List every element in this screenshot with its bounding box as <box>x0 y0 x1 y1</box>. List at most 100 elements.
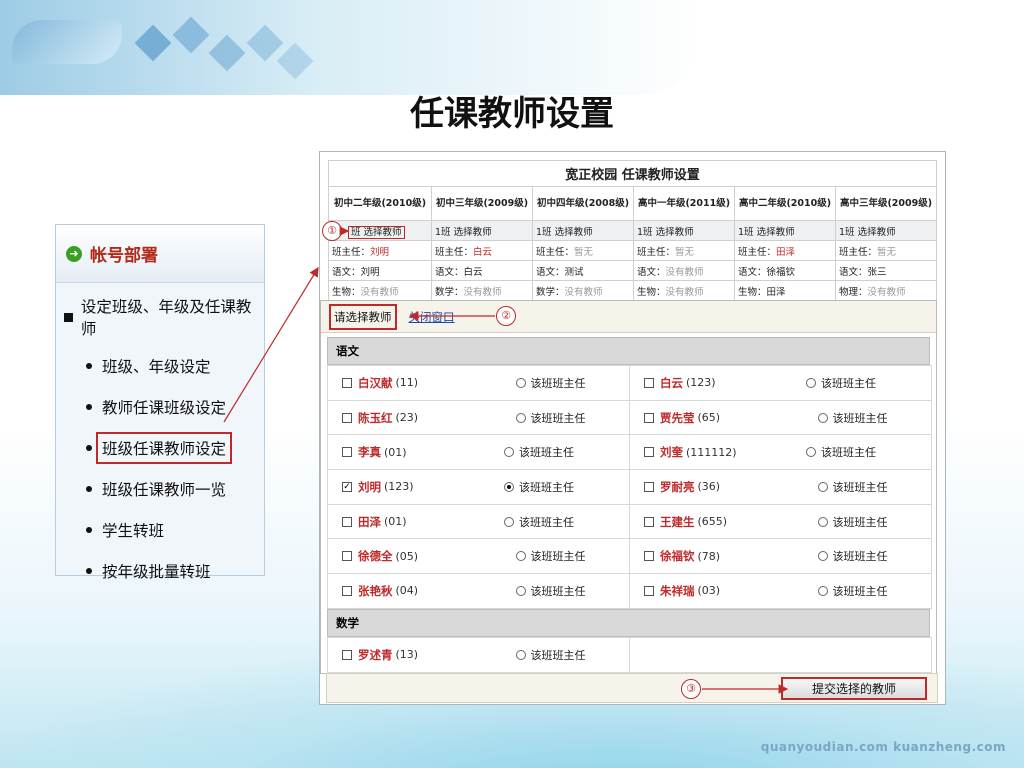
cell-label: 生物： <box>637 286 666 298</box>
menu-item-label: 班级任课教师一览 <box>102 480 227 499</box>
head-teacher-radio[interactable] <box>515 551 526 562</box>
head-teacher-radio[interactable] <box>515 377 526 388</box>
cell-value: 没有教师 <box>463 286 502 298</box>
head-teacher-radio[interactable] <box>806 447 816 458</box>
head-teacher-radio[interactable] <box>504 447 514 458</box>
table-row: 陈玉红 (23) 该班班主任 贾先莹 (65) 该班班主任 <box>327 399 932 436</box>
select-teacher-link[interactable]: 1班 选择教师 <box>734 220 836 241</box>
head-teacher-radio[interactable] <box>817 551 828 562</box>
grade-header: 高中一年级(2011级) <box>633 186 735 221</box>
select-teacher-link[interactable]: 班 选择教师 <box>328 220 432 241</box>
teacher-checkbox[interactable] <box>342 585 352 596</box>
teacher-checkbox[interactable] <box>644 481 654 492</box>
cell-label: 生物： <box>332 286 361 298</box>
head-teacher-radio[interactable] <box>515 412 526 423</box>
menu-item-class-teacher-setup[interactable]: 班级任课教师设定 <box>56 427 264 468</box>
bullet-icon <box>86 526 92 533</box>
menu-header[interactable]: ➜ 帐号部署 <box>56 225 264 283</box>
table-row: 田泽 (01) 该班班主任 王建生 (655) 该班班主任 <box>327 503 932 540</box>
subject-header: 数学 <box>327 608 930 637</box>
menu-section-title[interactable]: 设定班级、年级及任课教师 <box>56 283 264 339</box>
teacher-option: 白汉献 (11) 该班班主任 <box>327 365 630 401</box>
submit-selected-teachers-button[interactable]: 提交选择的教师 <box>781 677 927 700</box>
head-teacher-radio[interactable] <box>817 585 828 596</box>
teacher-cell: 语文：刘明 <box>328 260 432 281</box>
page-title: 任课教师设置 <box>410 94 614 134</box>
table-row: 张艳秋 (04) 该班班主任 朱祥瑞 (03) 该班班主任 <box>327 573 932 609</box>
teacher-name: 刘奎 <box>660 445 683 460</box>
bullet-icon <box>86 403 92 410</box>
teacher-name: 陈玉红 <box>358 410 393 425</box>
teacher-checkbox[interactable] <box>342 516 352 527</box>
teacher-checkbox[interactable] <box>644 377 654 388</box>
cell-label: 数学： <box>536 286 565 298</box>
head-teacher-radio[interactable] <box>515 649 526 660</box>
cell-value: 暂无 <box>675 246 695 258</box>
teacher-cell: 班主任：暂无 <box>633 240 735 261</box>
grade-header: 初中二年级(2010级) <box>328 186 432 221</box>
cell-label: 语文： <box>332 266 361 278</box>
teacher-checkbox[interactable] <box>342 412 352 423</box>
menu-item-batch-transfer[interactable]: 按年级批量转班 <box>56 550 264 591</box>
menu-item-student-transfer[interactable]: 学生转班 <box>56 509 264 550</box>
teacher-cell: 语文：张三 <box>835 260 937 281</box>
cell-label: 语文： <box>435 266 464 278</box>
head-teacher-label: 该班班主任 <box>832 411 888 425</box>
head-teacher-radio[interactable] <box>515 585 526 596</box>
teacher-cell: 班主任：白云 <box>431 240 533 261</box>
teacher-code: (04) <box>395 584 419 598</box>
select-teacher-link[interactable]: 1班 选择教师 <box>633 220 735 241</box>
head-teacher-label: 该班班主任 <box>530 648 586 662</box>
head-teacher-radio[interactable] <box>806 377 816 388</box>
teacher-checkbox[interactable] <box>342 649 352 660</box>
teacher-name: 李真 <box>358 445 381 460</box>
table-row: 李真 (01) 该班班主任 刘奎 (111112) 该班班主任 <box>327 434 932 471</box>
teacher-checkbox[interactable] <box>644 447 654 458</box>
cell-value: 田泽 <box>766 286 786 298</box>
select-teacher-link[interactable]: 1班 选择教师 <box>431 220 533 241</box>
teacher-code: (111112) <box>686 445 737 459</box>
teacher-checkbox[interactable] <box>644 551 654 562</box>
teacher-option: ✓ 刘明 (123) 该班班主任 <box>327 469 630 505</box>
teacher-checkbox[interactable] <box>644 585 654 596</box>
head-teacher-radio[interactable] <box>504 516 514 527</box>
table-row: 徐德全 (05) 该班班主任 徐福钦 (78) 该班班主任 <box>327 538 932 575</box>
head-teacher-label: 该班班主任 <box>519 515 574 529</box>
teacher-checkbox[interactable] <box>342 551 352 562</box>
menu-item-class-grade-setup[interactable]: 班级、年级设定 <box>56 345 264 386</box>
teacher-name: 罗耐亮 <box>660 479 695 494</box>
cell-label: 语文： <box>738 266 767 278</box>
teacher-cell: 班主任：暂无 <box>835 240 937 261</box>
cell-label: 班主任： <box>332 246 371 258</box>
teacher-option: 王建生 (655) 该班班主任 <box>629 503 932 540</box>
teacher-code: (05) <box>395 549 419 563</box>
table-title: 宽正校园 任课教师设置 <box>328 160 937 187</box>
close-window-link[interactable]: 关闭窗口 <box>409 309 455 325</box>
select-teacher-link[interactable]: 1班 选择教师 <box>835 220 937 241</box>
head-teacher-radio[interactable] <box>817 516 828 527</box>
cell-value: 暂无 <box>877 246 897 258</box>
head-teacher-radio[interactable] <box>817 481 828 492</box>
teacher-name: 罗述青 <box>358 647 393 662</box>
select-teacher-link[interactable]: 1班 选择教师 <box>532 220 634 241</box>
teacher-checkbox[interactable]: ✓ <box>342 481 352 492</box>
head-teacher-radio[interactable] <box>817 412 828 423</box>
subject-teacher-row: 语文：刘明 语文：白云 语文：测试 语文：没有教师 语文：徐福钦 语文：张三 <box>328 260 937 281</box>
teacher-code: (03) <box>697 584 721 598</box>
teacher-cell: 班主任：暂无 <box>532 240 634 261</box>
select-teacher-dialog: 请选择教师 关闭窗口 语文 白汉献 (11) 该班班主任 白云 (123) 该班班主任 陈玉红… <box>320 300 937 674</box>
menu-item-teacher-class-setup[interactable]: 教师任课班级设定 <box>56 386 264 427</box>
teacher-checkbox[interactable] <box>342 377 352 388</box>
menu-item-class-teacher-list[interactable]: 班级任课教师一览 <box>56 468 264 509</box>
teacher-option <box>629 636 932 673</box>
teacher-checkbox[interactable] <box>342 447 352 458</box>
head-teacher-radio[interactable] <box>504 481 514 492</box>
teacher-name: 徐福钦 <box>660 549 695 564</box>
teacher-name: 刘明 <box>358 479 381 494</box>
cell-label: 语文： <box>637 266 666 278</box>
cell-label: 班主任： <box>839 246 878 258</box>
teacher-grid: 白汉献 (11) 该班班主任 白云 (123) 该班班主任 陈玉红 (23) 该班班主任 贾先莹(… <box>327 365 932 609</box>
teacher-setup-window: 宽正校园 任课教师设置 初中二年级(2010级) 初中三年级(2009级) 初中… <box>319 151 946 705</box>
teacher-checkbox[interactable] <box>644 516 654 527</box>
teacher-checkbox[interactable] <box>644 412 654 423</box>
